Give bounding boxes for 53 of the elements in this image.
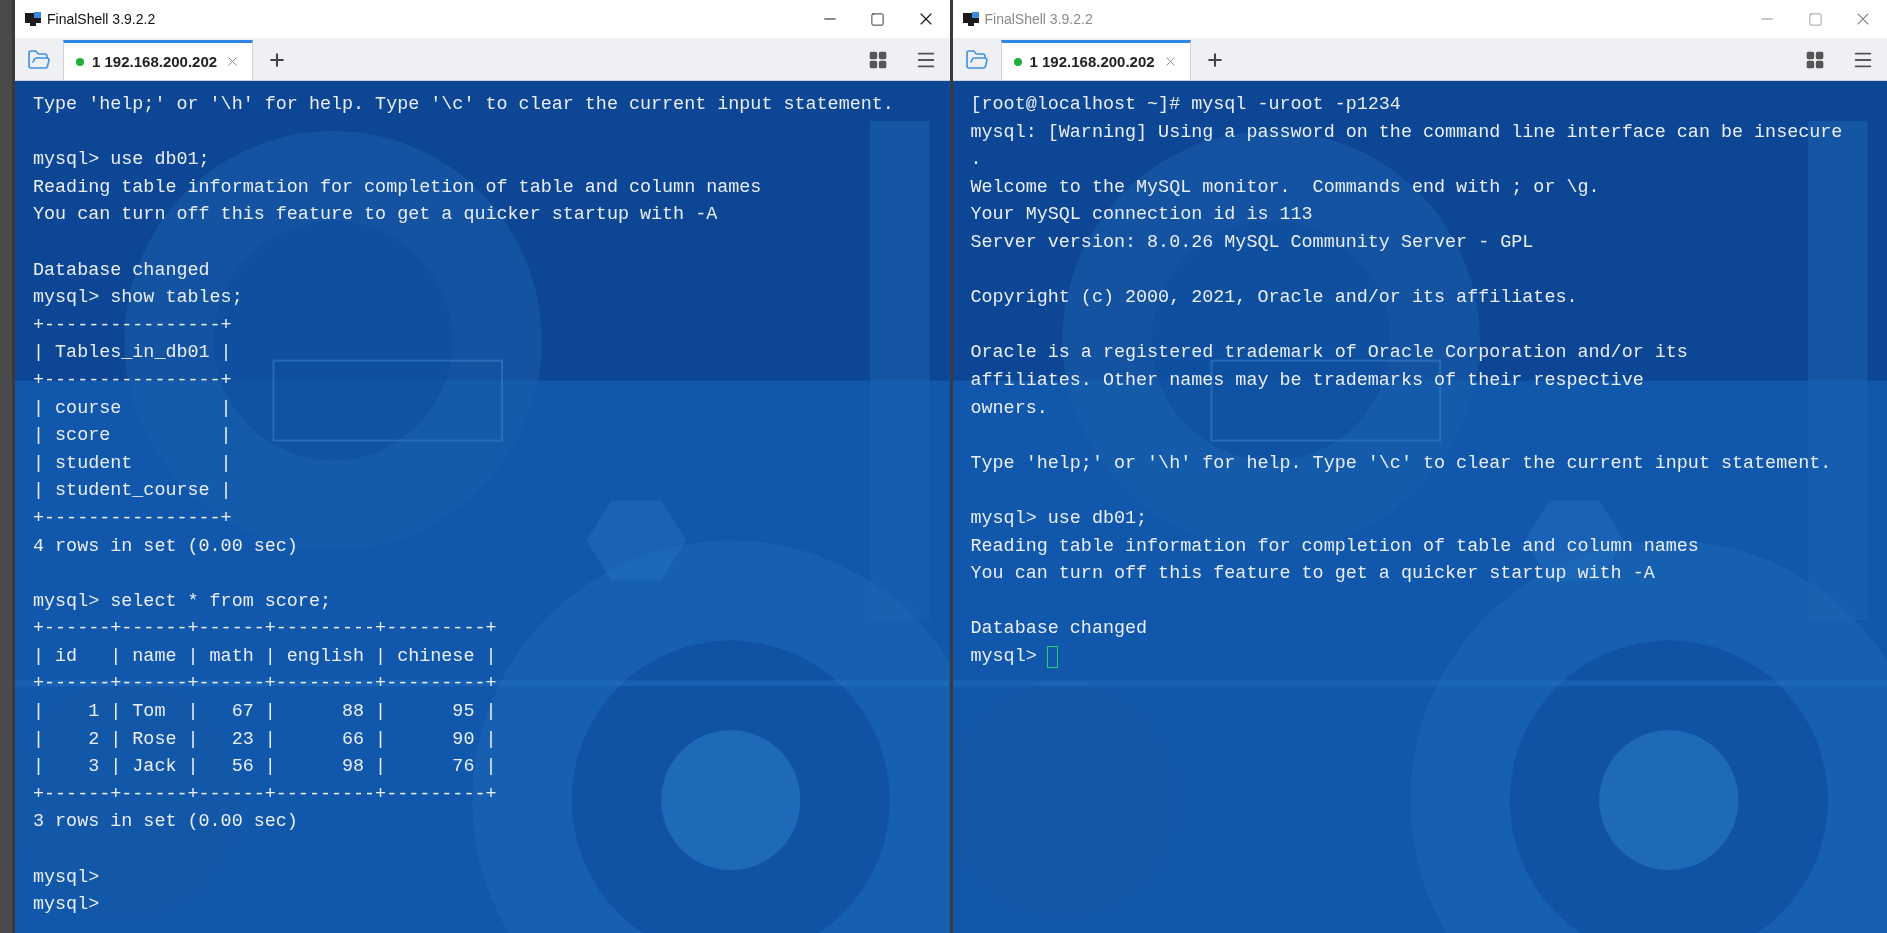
terminal-line: mysql: [Warning] Using a password on the command line interface can be insecure xyxy=(970,120,1843,145)
terminal-line: | Tables_in_db01 | xyxy=(33,341,232,366)
terminal-line: +------+------+------+---------+---------+ xyxy=(33,672,497,697)
terminal-line: | 1 | Tom | 67 | 88 | 95 | xyxy=(33,700,497,725)
terminal-line: Reading table information for completion of table and column names xyxy=(970,534,1699,559)
maximize-icon[interactable] xyxy=(870,11,885,27)
terminal-line: Your MySQL connection id is 113 xyxy=(970,203,1313,228)
terminal-line: mysql> show tables; xyxy=(33,286,243,311)
terminal-line: Database changed xyxy=(33,258,210,283)
terminal-line: You can turn off this feature to get a quicker startup with -A xyxy=(970,562,1655,587)
window-title: FinalShell 3.9.2.2 xyxy=(984,11,1094,27)
grid-icon[interactable] xyxy=(1805,50,1825,70)
terminal-line: Server version: 8.0.26 MySQL Community Server - GPL xyxy=(970,230,1534,255)
terminal-line: Database changed xyxy=(970,617,1148,642)
terminal-line: mysql> use db01; xyxy=(33,148,210,173)
terminal-line: Type 'help;' or '\h' for help. Type '\c' to clear the current input statement. xyxy=(33,93,894,117)
terminal-line: +----------------+ xyxy=(33,368,232,393)
terminal-line: mysql> use db01; xyxy=(970,506,1148,531)
terminal-line: | 2 | Rose | 23 | 66 | 90 | xyxy=(33,727,497,752)
terminal-line: Copyright (c) 2000, 2021, Oracle and/or its affiliates. xyxy=(970,286,1578,311)
app-icon xyxy=(25,12,41,26)
folder-icon[interactable] xyxy=(964,48,989,72)
terminal-line: +------+------+------+---------+---------+ xyxy=(33,617,497,642)
terminal-line: 3 rows in set (0.00 sec) xyxy=(33,810,298,835)
terminal-line: mysql> select * from score; xyxy=(33,589,331,614)
terminal-line: | score | xyxy=(33,424,232,449)
terminal-line: | student | xyxy=(33,451,232,476)
app-icon xyxy=(962,12,979,26)
terminal-line: +----------------+ xyxy=(33,506,232,531)
terminal-line: +------+------+------+---------+---------+ xyxy=(33,782,497,807)
terminal-line: | course | xyxy=(33,396,232,421)
session-tab[interactable]: 1 192.168.200.202 xyxy=(63,40,254,80)
terminal-line: | id | name | math | english | chinese | xyxy=(33,644,497,669)
terminal-line: mysql> xyxy=(33,893,100,918)
terminal-line: . xyxy=(970,148,982,173)
grid-icon[interactable] xyxy=(867,50,888,70)
terminal-line: Oracle is a registered trademark of Oracle Corporation and/or its xyxy=(970,341,1688,366)
terminal-line: Reading table information for completion of table and column names xyxy=(33,175,762,200)
terminal-line: +----------------+ xyxy=(33,313,232,338)
terminal-line: Type 'help;' or '\h' for help. Type '\c' to clear the current input statement. xyxy=(970,451,1832,476)
terminal-line: owners. xyxy=(970,396,1048,421)
terminal-line: affiliates. Other names may be trademarks of their respective xyxy=(970,368,1644,393)
terminal-line: [root@localhost ~]# mysql -uroot -p1234 xyxy=(970,93,1401,117)
terminal-line: mysql> xyxy=(970,644,1037,669)
window-title: FinalShell 3.9.2.2 xyxy=(47,11,157,27)
terminal-line: mysql> xyxy=(33,865,100,890)
terminal-line: You can turn off this feature to get a quicker startup with -A xyxy=(33,203,718,228)
terminal-line: | student_course | xyxy=(33,479,232,504)
terminal-line: Welcome to the MySQL monitor. Commands end with ; or \g. xyxy=(970,175,1600,200)
terminal-line: | 3 | Jack | 56 | 98 | 76 | xyxy=(33,755,497,780)
session-tab[interactable]: 1 192.168.200.202 xyxy=(1000,40,1191,80)
terminal-line: 4 rows in set (0.00 sec) xyxy=(33,534,298,559)
folder-icon[interactable] xyxy=(27,48,51,72)
